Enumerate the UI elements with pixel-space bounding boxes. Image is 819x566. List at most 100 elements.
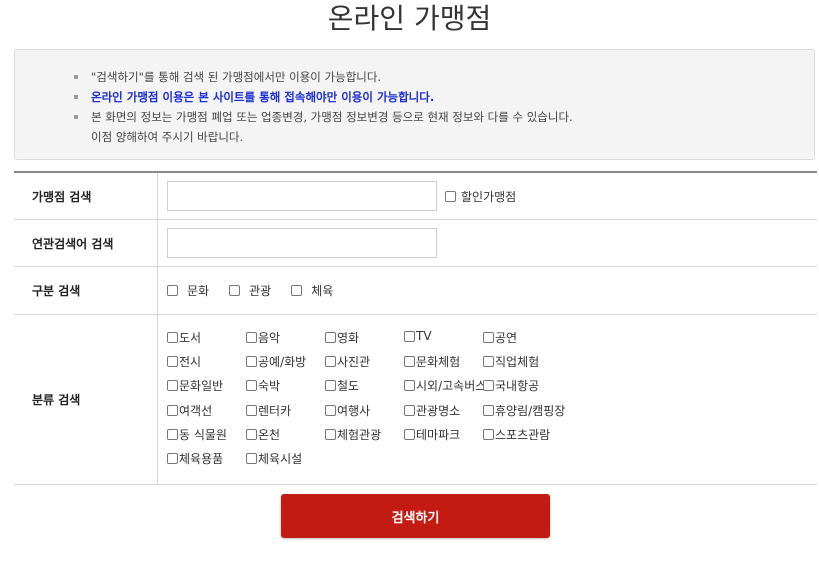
- category-checkbox[interactable]: [483, 332, 494, 343]
- category-option[interactable]: 시외/고속버스: [404, 377, 486, 394]
- category-checkbox[interactable]: [325, 356, 336, 368]
- category-option[interactable]: TV: [404, 329, 432, 343]
- category-option[interactable]: 테마파크: [404, 426, 460, 443]
- category-option-label: TV: [416, 329, 432, 343]
- category-option-label: 체육용품: [179, 452, 224, 466]
- category-checkbox[interactable]: [167, 453, 178, 464]
- category-option-label: 여행사: [337, 403, 371, 418]
- category-option[interactable]: 국내항공: [483, 377, 539, 394]
- category-option[interactable]: 온천: [246, 426, 280, 443]
- type-options: 문화 관광 체육: [167, 282, 353, 299]
- merchant-search-input[interactable]: [167, 181, 437, 211]
- related-search-label: 연관검색어 검색: [14, 220, 158, 266]
- category-search-label: 분류 검색: [14, 315, 158, 484]
- related-search-input[interactable]: [167, 228, 437, 258]
- category-option[interactable]: 영화: [325, 329, 359, 346]
- category-option[interactable]: 사진관: [325, 353, 370, 370]
- search-button[interactable]: 검색하기: [281, 494, 550, 538]
- type-option-culture[interactable]: 문화: [167, 282, 209, 299]
- category-option-label: 동 식물원: [179, 427, 227, 442]
- category-option[interactable]: 여객선: [167, 402, 212, 419]
- bullet-icon: [74, 75, 78, 79]
- category-grid: 도서 음악 영화 TV 공연전시 공예/화방 사진관 문화체험 직업체험문화일반 숙박 철도 시외/고…: [158, 315, 817, 485]
- category-option[interactable]: 공연: [483, 329, 517, 346]
- discount-merchant-option[interactable]: 할인가맹점: [445, 188, 516, 205]
- search-form-table: 가맹점 검색 할인가맹점 연관검색어 검색 구분 검색 문화 관광 체육 분류 …: [14, 171, 817, 485]
- category-option-label: 온천: [258, 427, 281, 442]
- category-option-label: 공연: [495, 331, 518, 345]
- category-checkbox[interactable]: [167, 356, 178, 368]
- related-search-content: [158, 220, 817, 266]
- category-option-label: 영화: [337, 331, 360, 345]
- category-option[interactable]: 전시: [167, 353, 201, 370]
- category-option[interactable]: 문화체험: [404, 353, 460, 370]
- type-search-label: 구분 검색: [14, 267, 158, 314]
- category-checkbox[interactable]: [246, 356, 257, 368]
- category-search-content: 도서 음악 영화 TV 공연전시 공예/화방 사진관 문화체험 직업체험문화일반 숙박 철도 시외/고…: [158, 315, 817, 484]
- category-option-label: 체험관광: [337, 427, 382, 442]
- category-checkbox[interactable]: [325, 404, 336, 416]
- type-option-label: 관광: [249, 284, 272, 298]
- category-option[interactable]: 철도: [325, 377, 359, 394]
- notice-list: "검색하기"를 통해 검색 된 가맹점에서만 이용이 가능합니다. 온라인 가맹…: [15, 50, 814, 147]
- category-checkbox[interactable]: [325, 428, 336, 440]
- type-option-sports[interactable]: 체육: [291, 282, 333, 299]
- type-option-label: 체육: [311, 284, 334, 298]
- category-checkbox[interactable]: [167, 404, 178, 416]
- category-option[interactable]: 동 식물원: [167, 426, 227, 443]
- category-checkbox[interactable]: [404, 428, 415, 440]
- category-option[interactable]: 관광명소: [404, 402, 460, 419]
- category-option[interactable]: 렌터카: [246, 402, 291, 419]
- category-option-label: 문화일반: [179, 379, 224, 394]
- category-option[interactable]: 숙박: [246, 377, 280, 394]
- category-option[interactable]: 직업체험: [483, 353, 539, 370]
- type-option-label: 문화: [187, 284, 210, 298]
- category-checkbox[interactable]: [246, 404, 257, 416]
- type-checkbox[interactable]: [229, 285, 241, 296]
- category-checkbox[interactable]: [246, 380, 257, 392]
- discount-merchant-checkbox[interactable]: [445, 190, 456, 202]
- category-option-label: 숙박: [258, 379, 281, 394]
- category-option-label: 체육시설: [258, 452, 303, 466]
- category-option[interactable]: 문화일반: [167, 377, 223, 394]
- merchant-search-row: 가맹점 검색 할인가맹점: [14, 173, 817, 220]
- category-option-label: 관광명소: [416, 403, 461, 418]
- category-option[interactable]: 도서: [167, 329, 201, 346]
- type-option-tourism[interactable]: 관광: [229, 282, 271, 299]
- category-checkbox[interactable]: [167, 332, 178, 343]
- category-option[interactable]: 체육용품: [167, 450, 223, 467]
- type-checkbox[interactable]: [167, 285, 178, 296]
- category-option[interactable]: 공예/화방: [246, 353, 306, 370]
- bullet-icon: [74, 95, 78, 99]
- category-checkbox[interactable]: [404, 356, 415, 368]
- category-option-label: 공예/화방: [258, 355, 307, 370]
- category-option-label: 시외/고속버스: [416, 379, 487, 394]
- category-checkbox[interactable]: [483, 428, 494, 440]
- category-option[interactable]: 스포츠관람: [483, 426, 550, 443]
- category-checkbox[interactable]: [404, 330, 415, 342]
- category-option-label: 직업체험: [495, 355, 540, 370]
- category-checkbox[interactable]: [246, 332, 257, 343]
- category-option[interactable]: 체육시설: [246, 450, 302, 467]
- category-checkbox[interactable]: [404, 404, 415, 416]
- category-option[interactable]: 체험관광: [325, 426, 381, 443]
- notice-item: "검색하기"를 통해 검색 된 가맹점에서만 이용이 가능합니다.: [74, 67, 814, 87]
- type-search-row: 구분 검색 문화 관광 체육: [14, 267, 817, 315]
- category-checkbox[interactable]: [325, 380, 336, 392]
- category-option[interactable]: 음악: [246, 329, 280, 346]
- type-checkbox[interactable]: [291, 285, 303, 296]
- category-checkbox[interactable]: [167, 428, 178, 440]
- bullet-icon: [74, 115, 78, 119]
- category-option[interactable]: 휴양림/캠핑장: [483, 402, 565, 419]
- category-option[interactable]: 여행사: [325, 402, 370, 419]
- category-checkbox[interactable]: [246, 453, 257, 464]
- category-option-label: 철도: [337, 379, 360, 394]
- category-checkbox[interactable]: [404, 380, 415, 392]
- category-checkbox[interactable]: [246, 428, 257, 440]
- category-checkbox[interactable]: [167, 380, 178, 392]
- category-checkbox[interactable]: [483, 404, 494, 416]
- category-checkbox[interactable]: [483, 380, 494, 392]
- category-checkbox[interactable]: [483, 356, 494, 368]
- notice-item-emphasis: 온라인 가맹점 이용은 본 사이트를 통해 접속해야만 이용이 가능합니다.: [74, 87, 814, 107]
- category-checkbox[interactable]: [325, 332, 336, 343]
